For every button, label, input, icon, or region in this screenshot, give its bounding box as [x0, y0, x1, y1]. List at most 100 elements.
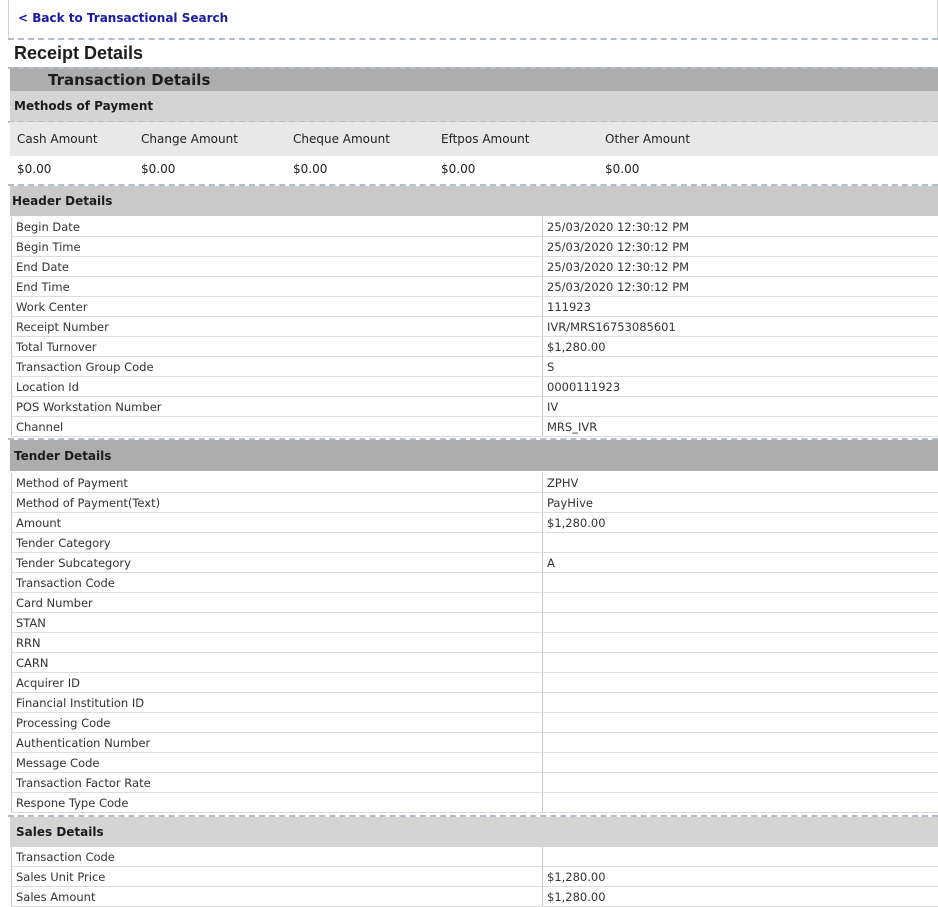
header-details-title: Header Details — [12, 194, 112, 208]
field-label: Begin Date — [12, 217, 543, 237]
field-value: MRS_IVR — [543, 417, 938, 437]
table-row: End Date25/03/2020 12:30:12 PM — [12, 257, 938, 277]
table-row: Tender Category — [12, 533, 938, 553]
table-row: End Time25/03/2020 12:30:12 PM — [12, 277, 938, 297]
field-value: $1,280.00 — [543, 867, 938, 887]
field-label: Respone Type Code — [12, 793, 543, 813]
field-value — [543, 593, 938, 613]
cash-amount-value: $0.00 — [17, 162, 51, 176]
field-value — [543, 773, 938, 793]
field-value: $1,280.00 — [543, 887, 938, 907]
table-row: CARN — [12, 653, 938, 673]
table-row: STAN — [12, 613, 938, 633]
field-label: Work Center — [12, 297, 543, 317]
header-details-table: Begin Date25/03/2020 12:30:12 PMBegin Ti… — [11, 217, 938, 437]
header-details-bar: Header Details — [10, 186, 938, 216]
table-row: Transaction Factor Rate — [12, 773, 938, 793]
divider — [8, 67, 938, 69]
table-row: Authentication Number — [12, 733, 938, 753]
field-label: Method of Payment — [12, 473, 543, 493]
field-label: Transaction Code — [12, 573, 543, 593]
field-value — [543, 633, 938, 653]
table-row: Transaction Code — [12, 847, 938, 867]
field-value — [543, 673, 938, 693]
tender-details-table: Method of PaymentZPHVMethod of Payment(T… — [11, 473, 938, 813]
field-label: Tender Category — [12, 533, 543, 553]
table-row: Financial Institution ID — [12, 693, 938, 713]
page-title: Receipt Details — [14, 43, 143, 64]
back-to-search-link[interactable]: < Back to Transactional Search — [18, 11, 228, 25]
divider — [8, 38, 938, 40]
table-row: Work Center111923 — [12, 297, 938, 317]
table-row: ChannelMRS_IVR — [12, 417, 938, 437]
table-row: Message Code — [12, 753, 938, 773]
field-value: 0000111923 — [543, 377, 938, 397]
table-row: Processing Code — [12, 713, 938, 733]
field-label: CARN — [12, 653, 543, 673]
transaction-details-bar: Transaction Details — [10, 67, 938, 91]
column-header: Cash Amount — [17, 132, 98, 146]
table-row: Respone Type Code — [12, 793, 938, 813]
sales-details-table: Transaction CodeSales Unit Price$1,280.0… — [11, 847, 938, 907]
field-label: Total Turnover — [12, 337, 543, 357]
column-header: Cheque Amount — [293, 132, 390, 146]
table-row: Receipt NumberIVR/MRS16753085601 — [12, 317, 938, 337]
methods-of-payment-header-row: Cash Amount Change Amount Cheque Amount … — [10, 122, 938, 156]
field-label: Method of Payment(Text) — [12, 493, 543, 513]
table-row: RRN — [12, 633, 938, 653]
table-row: Transaction Group CodeS — [12, 357, 938, 377]
field-label: Transaction Code — [12, 847, 543, 867]
column-header: Eftpos Amount — [441, 132, 529, 146]
field-value — [543, 733, 938, 753]
other-amount-value: $0.00 — [605, 162, 639, 176]
field-value: IVR/MRS16753085601 — [543, 317, 938, 337]
field-label: Sales Amount — [12, 887, 543, 907]
table-row: Card Number — [12, 593, 938, 613]
table-row: Sales Unit Price$1,280.00 — [12, 867, 938, 887]
field-label: Tender Subcategory — [12, 553, 543, 573]
field-value — [543, 713, 938, 733]
tender-details-title: Tender Details — [14, 449, 111, 463]
field-value — [543, 693, 938, 713]
change-amount-value: $0.00 — [141, 162, 175, 176]
field-value: 25/03/2020 12:30:12 PM — [543, 237, 938, 257]
field-value: A — [543, 553, 938, 573]
methods-of-payment-bar: Methods of Payment — [10, 91, 938, 122]
eftpos-amount-value: $0.00 — [441, 162, 475, 176]
field-label: POS Workstation Number — [12, 397, 543, 417]
field-value: 25/03/2020 12:30:12 PM — [543, 277, 938, 297]
field-label: Transaction Group Code — [12, 357, 543, 377]
methods-of-payment-title: Methods of Payment — [14, 99, 153, 113]
field-label: Begin Time — [12, 237, 543, 257]
field-value: PayHive — [543, 493, 938, 513]
field-label: Card Number — [12, 593, 543, 613]
table-row: Transaction Code — [12, 573, 938, 593]
field-label: Financial Institution ID — [12, 693, 543, 713]
field-label: Processing Code — [12, 713, 543, 733]
field-label: Message Code — [12, 753, 543, 773]
table-row: Method of PaymentZPHV — [12, 473, 938, 493]
table-row: Amount$1,280.00 — [12, 513, 938, 533]
cheque-amount-value: $0.00 — [293, 162, 327, 176]
field-label: Location Id — [12, 377, 543, 397]
field-value — [543, 533, 938, 553]
field-value: 25/03/2020 12:30:12 PM — [543, 217, 938, 237]
tender-details-bar: Tender Details — [10, 440, 938, 471]
field-label: End Date — [12, 257, 543, 277]
transaction-details-title: Transaction Details — [48, 71, 210, 89]
field-value: S — [543, 357, 938, 377]
table-row: POS Workstation NumberIV — [12, 397, 938, 417]
field-label: Amount — [12, 513, 543, 533]
table-row: Tender SubcategoryA — [12, 553, 938, 573]
top-nav-bar: < Back to Transactional Search — [8, 0, 938, 38]
field-value: $1,280.00 — [543, 513, 938, 533]
table-row: Total Turnover$1,280.00 — [12, 337, 938, 357]
sales-details-title: Sales Details — [16, 825, 104, 839]
table-row: Sales Amount$1,280.00 — [12, 887, 938, 907]
field-label: Receipt Number — [12, 317, 543, 337]
field-value: IV — [543, 397, 938, 417]
field-label: Sales Unit Price — [12, 867, 543, 887]
table-row: Begin Time25/03/2020 12:30:12 PM — [12, 237, 938, 257]
field-value — [543, 847, 938, 867]
field-label: Transaction Factor Rate — [12, 773, 543, 793]
